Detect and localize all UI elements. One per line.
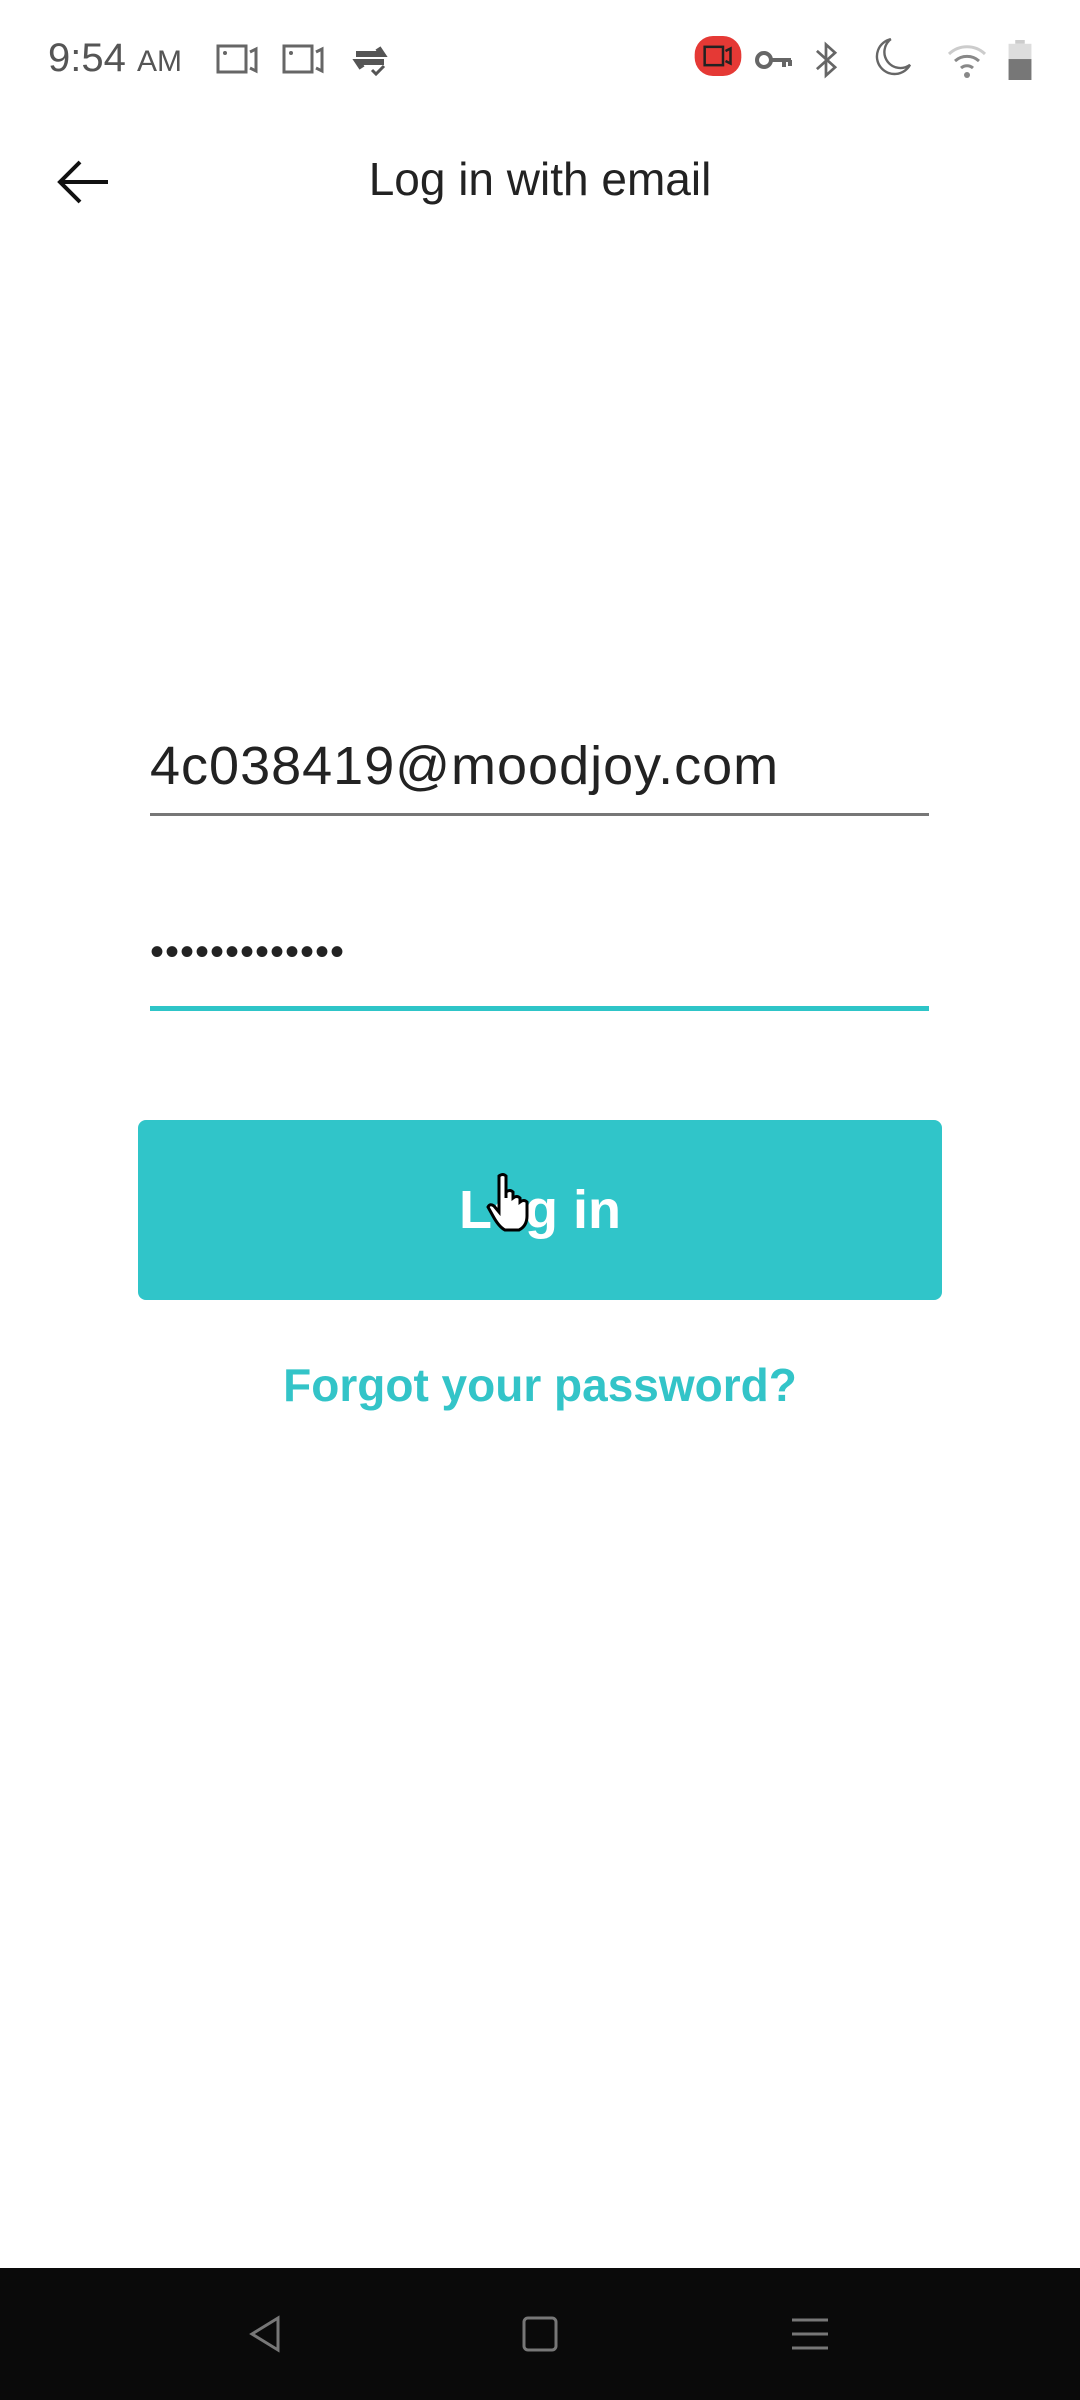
sync-check-icon	[352, 46, 388, 77]
system-nav-bar	[0, 2268, 1080, 2400]
status-time: 9:54 AM	[48, 36, 182, 80]
hand-pointer-cursor-icon	[486, 1173, 529, 1232]
home-square-icon[interactable]	[521, 2314, 559, 2354]
password-value: •••••••••••••	[150, 930, 346, 974]
email-value: 4c038419@moodjoy.com	[150, 736, 780, 796]
do-not-disturb-moon-icon	[875, 38, 912, 76]
page-title: Log in with email	[368, 153, 712, 205]
back-triangle-icon[interactable]	[246, 2314, 286, 2354]
status-bar: 9:54 AM	[0, 0, 1080, 120]
bluetooth-icon	[815, 41, 838, 79]
login-button-label: Log in	[459, 1180, 621, 1240]
login-button[interactable]: Log in	[138, 1120, 942, 1300]
status-ampm: AM	[136, 45, 182, 78]
screen-record-icon	[216, 44, 258, 74]
password-field[interactable]: •••••••••••••	[150, 930, 929, 1011]
screen-record-icon	[282, 44, 324, 74]
menu-lines-icon[interactable]	[790, 2314, 830, 2354]
forgot-password-link[interactable]: Forgot your password?	[0, 1358, 1080, 1412]
wifi-icon	[947, 45, 987, 78]
vpn-key-icon	[755, 51, 792, 69]
recording-active-icon	[694, 36, 742, 76]
battery-icon	[1008, 40, 1032, 80]
email-field[interactable]: 4c038419@moodjoy.com	[150, 735, 929, 816]
